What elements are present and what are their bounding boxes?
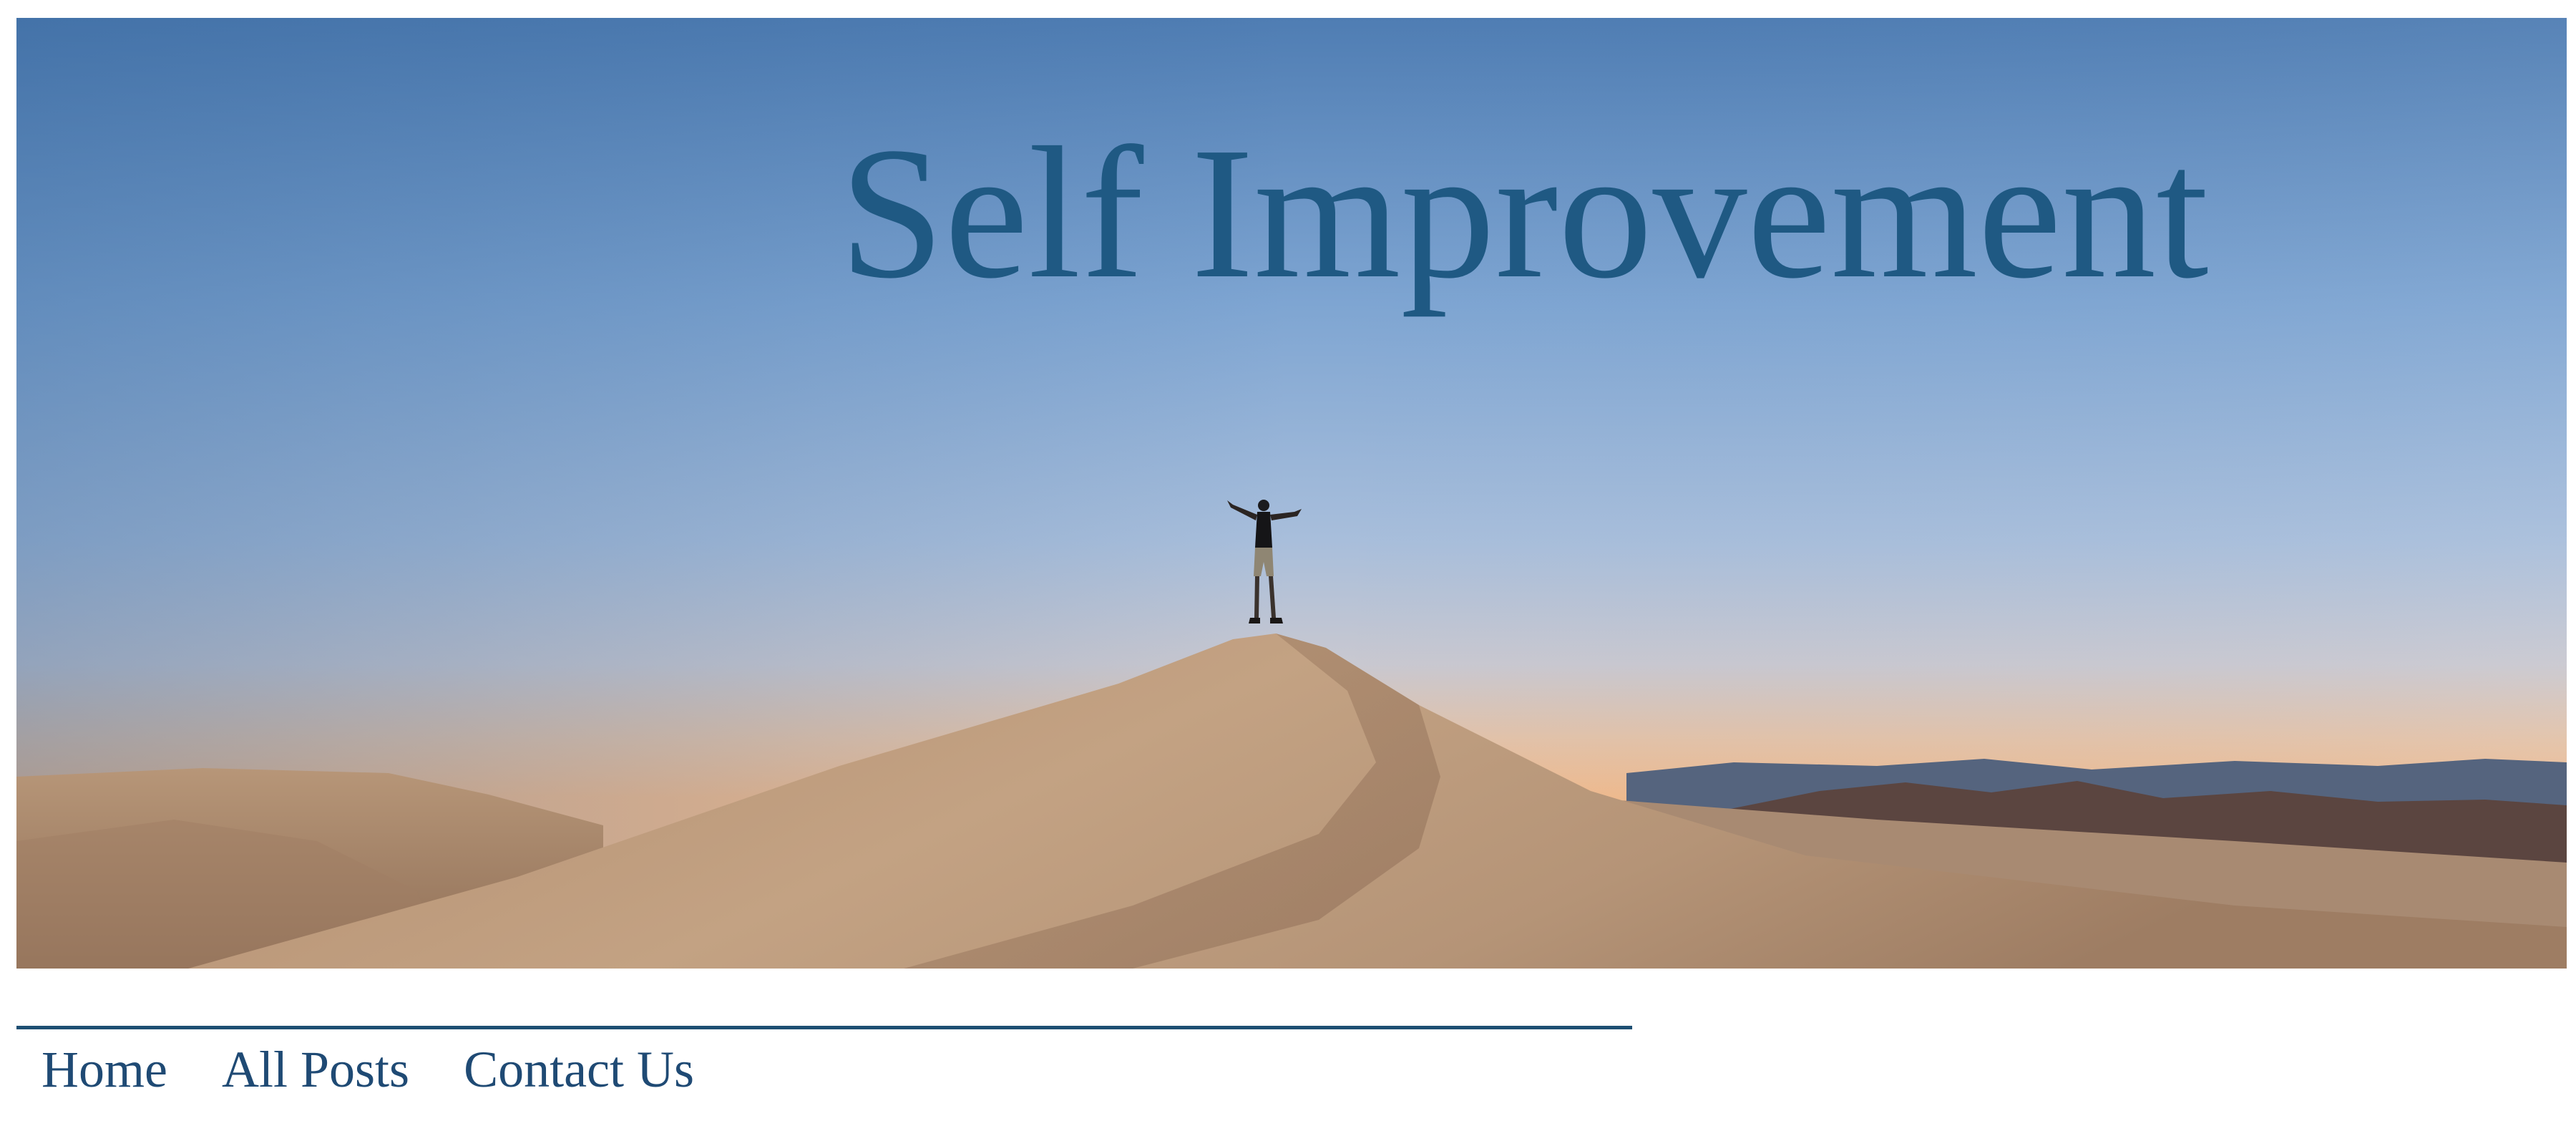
nav-link-home[interactable]: Home bbox=[42, 1037, 167, 1102]
page: Self Improvement Home All Posts Contact … bbox=[0, 0, 2576, 1126]
header-banner: Self Improvement bbox=[16, 18, 2567, 969]
nav-divider bbox=[16, 1026, 1632, 1029]
nav-link-all-posts[interactable]: All Posts bbox=[222, 1037, 409, 1102]
site-title: Self Improvement bbox=[839, 109, 2209, 318]
main-nav: Home All Posts Contact Us bbox=[42, 1037, 694, 1102]
nav-link-contact-us[interactable]: Contact Us bbox=[464, 1037, 694, 1102]
